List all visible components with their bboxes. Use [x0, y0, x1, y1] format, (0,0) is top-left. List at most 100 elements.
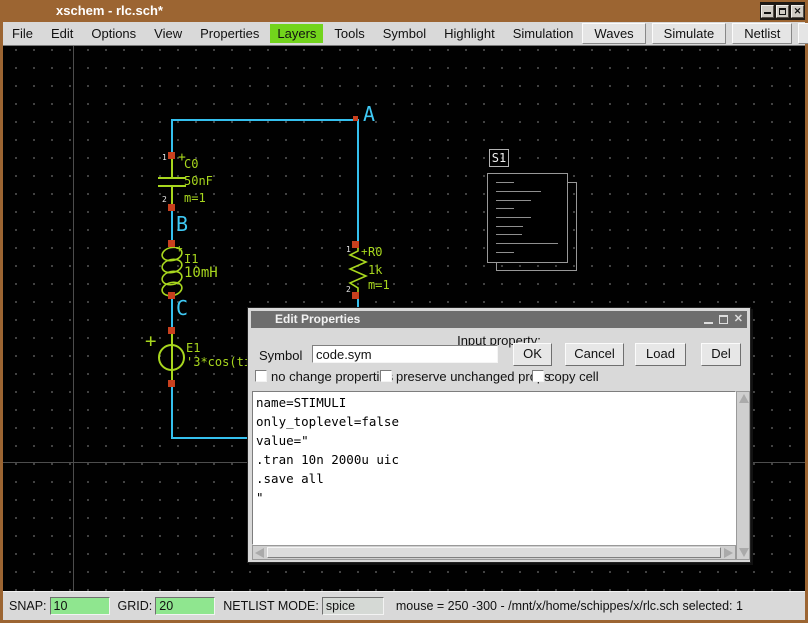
del-button[interactable]: Del: [701, 343, 741, 366]
mouse-status-text: mouse = 250 -300 - /mnt/x/home/schippes/…: [396, 599, 743, 613]
scroll-up-icon[interactable]: [739, 394, 749, 403]
source-internal-line: [171, 346, 173, 370]
xschem-window: xschem - rlc.sch* ✕ File Edit Options Vi…: [0, 0, 808, 623]
wire-cap-to-ind[interactable]: [171, 207, 173, 244]
resistor-pin1-number: 1: [346, 246, 351, 254]
copy-cell-checkbox[interactable]: [532, 370, 544, 382]
netlist-mode-label: NETLIST MODE:: [223, 599, 319, 613]
copy-cell-label: copy cell: [548, 369, 599, 384]
wire-ind-to-src[interactable]: [171, 295, 173, 331]
load-button[interactable]: Load: [635, 343, 686, 366]
window-close-button[interactable]: ✕: [791, 5, 804, 18]
horizontal-scrollbar-thumb[interactable]: [267, 547, 721, 558]
maximize-icon: [779, 8, 786, 15]
pin-src-2[interactable]: [168, 380, 175, 387]
capacitor-plate-top[interactable]: [158, 177, 186, 179]
window-maximize-button[interactable]: [776, 5, 789, 18]
edit-properties-dialog: Edit Properties ✕ Input property: Symbol…: [247, 307, 751, 563]
menu-simulation[interactable]: Simulation: [506, 24, 581, 43]
ok-button[interactable]: OK: [513, 343, 552, 366]
window-controls: ✕: [760, 2, 805, 20]
inductor-value-label: 10mH: [184, 267, 218, 280]
wire-src-to-bottom[interactable]: [171, 383, 173, 438]
preserve-unchanged-props-checkbox[interactable]: [380, 370, 392, 382]
code-line: [496, 217, 531, 218]
netlist-mode-input[interactable]: [322, 597, 384, 615]
scroll-down-icon[interactable]: [739, 548, 749, 557]
net-label-a[interactable]: A: [363, 104, 375, 124]
dialog-close-icon[interactable]: ✕: [734, 314, 743, 325]
capacitor-value-label: 50nF: [184, 175, 213, 188]
pin-res-2[interactable]: [352, 292, 359, 299]
pin-cap-1[interactable]: [168, 152, 175, 159]
capacitor-pin1-number: 1: [162, 154, 167, 162]
help-button[interactable]: Help: [798, 23, 808, 44]
dialog-controls: ✕: [704, 313, 743, 326]
snap-input[interactable]: [50, 597, 110, 615]
menu-tools[interactable]: Tools: [327, 24, 371, 43]
pin-node-a[interactable]: [353, 116, 358, 121]
dialog-minimize-icon[interactable]: [704, 316, 713, 324]
scroll-right-icon[interactable]: [724, 548, 733, 558]
code-line: [496, 200, 531, 201]
resistor-mult-label: m=1: [368, 279, 390, 292]
netlist-button[interactable]: Netlist: [732, 23, 792, 44]
minimize-icon: [764, 8, 771, 14]
close-icon: ✕: [794, 6, 802, 17]
code-line: [496, 208, 514, 209]
code-line: [496, 191, 541, 192]
source-plus-mark: +: [145, 334, 156, 349]
dialog-maximize-icon[interactable]: [719, 315, 728, 324]
cancel-button[interactable]: Cancel: [565, 343, 624, 366]
menu-symbol[interactable]: Symbol: [376, 24, 433, 43]
window-title: xschem - rlc.sch*: [56, 3, 163, 18]
waves-button[interactable]: Waves: [582, 23, 645, 44]
snap-label: SNAP:: [9, 599, 47, 613]
code-line: [496, 182, 514, 183]
menu-file[interactable]: File: [5, 24, 40, 43]
symbol-label: Symbol: [259, 348, 302, 363]
pin-cap-2[interactable]: [168, 204, 175, 211]
menu-options[interactable]: Options: [84, 24, 143, 43]
code-block-front-page[interactable]: [487, 173, 568, 263]
dialog-title: Edit Properties: [275, 312, 360, 326]
grid-label: GRID:: [118, 599, 153, 613]
grid-input[interactable]: [155, 597, 215, 615]
dialog-titlebar[interactable]: Edit Properties ✕: [251, 311, 747, 328]
code-block-ref-label[interactable]: S1: [489, 149, 509, 167]
pin-ind-2[interactable]: [168, 292, 175, 299]
window-titlebar[interactable]: xschem - rlc.sch* ✕: [0, 0, 808, 22]
menu-view[interactable]: View: [147, 24, 189, 43]
window-minimize-button[interactable]: [761, 5, 774, 18]
capacitor-pin2-number: 2: [162, 196, 167, 204]
capacitor-mult-label: m=1: [184, 192, 206, 205]
scroll-left-icon[interactable]: [255, 548, 264, 558]
menu-properties[interactable]: Properties: [193, 24, 266, 43]
preserve-unchanged-props-label: preserve unchanged props: [396, 369, 551, 384]
symbol-input[interactable]: [312, 345, 498, 363]
simulate-button[interactable]: Simulate: [652, 23, 727, 44]
net-label-c[interactable]: C: [176, 298, 188, 318]
net-label-b[interactable]: B: [176, 214, 188, 234]
code-line: [496, 226, 523, 227]
horizontal-scrollbar[interactable]: [252, 545, 736, 560]
pin-src-1[interactable]: [168, 327, 175, 334]
code-line: [496, 252, 514, 253]
pin-ind-1[interactable]: [168, 240, 175, 247]
properties-textarea[interactable]: name=STIMULI only_toplevel=false value="…: [252, 391, 736, 545]
resistor-value-label: 1k: [368, 264, 382, 277]
code-line: [496, 234, 522, 235]
menu-highlight[interactable]: Highlight: [437, 24, 502, 43]
vertical-scrollbar[interactable]: [736, 391, 750, 560]
resistor-pin2-number: 2: [346, 286, 351, 294]
inductor-plus-mark: +: [176, 243, 183, 254]
menu-edit[interactable]: Edit: [44, 24, 80, 43]
menu-layers[interactable]: Layers: [270, 24, 323, 43]
capacitor-ref-label: C0: [184, 158, 198, 171]
menubar: File Edit Options View Properties Layers…: [3, 22, 805, 46]
no-change-properties-checkbox[interactable]: [255, 370, 267, 382]
origin-axis-vertical: [73, 46, 74, 591]
wire-top[interactable]: [171, 119, 359, 121]
pin-res-1[interactable]: [352, 241, 359, 248]
wire-right-top[interactable]: [357, 119, 359, 245]
